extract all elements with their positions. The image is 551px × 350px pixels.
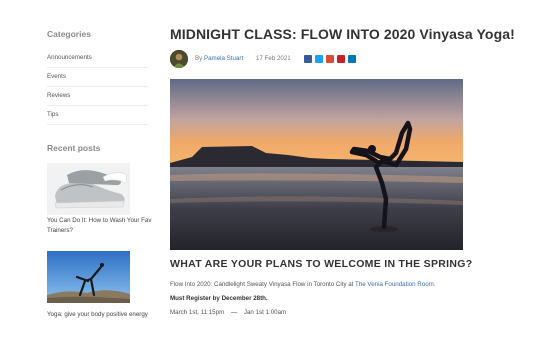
event-end: Jan 1st 1:00am [243, 309, 287, 316]
post-author-line: By Pamela Stuart [195, 55, 243, 62]
recent-posts-title: Recent posts [47, 143, 101, 153]
recent-post-thumbnail-trainers[interactable] [47, 163, 130, 215]
author-avatar[interactable] [170, 50, 188, 68]
category-item-events[interactable]: Events [47, 68, 148, 87]
google-plus-icon[interactable] [326, 55, 334, 63]
event-start: March 1st, 11:15pm [170, 309, 225, 316]
categories-title: Categories [47, 29, 91, 39]
post-date: 17 Feb 2021 [256, 55, 291, 62]
category-item-announcements[interactable]: Announcements [47, 49, 148, 68]
event-time: March 1st, 11:15pm — Jan 1st 1:00am [170, 309, 286, 316]
recent-post-title-trainers[interactable]: You Can Do It: How to Wash Your Fav Trai… [47, 216, 152, 235]
facebook-icon[interactable] [304, 55, 312, 63]
post-meta: By Pamela Stuart 17 Feb 2021 [170, 50, 470, 68]
register-note: Must Register by December 28th. [170, 295, 268, 302]
category-item-reviews[interactable]: Reviews [47, 87, 148, 106]
time-separator: — [230, 309, 238, 316]
post-title: MIDNIGHT CLASS: FLOW INTO 2020 Vinyasa Y… [170, 26, 515, 42]
author-link[interactable]: Pamela Stuart [204, 55, 243, 62]
recent-post-title-yoga[interactable]: Yoga: give your body positive energy [47, 310, 152, 320]
featured-image [170, 79, 463, 250]
recent-post-thumbnail-yoga[interactable] [47, 251, 130, 303]
venue-link[interactable]: The Venia Foundation Room. [355, 281, 436, 288]
section-heading: WHAT ARE YOUR PLANS TO WELCOME IN THE SP… [170, 258, 473, 270]
share-icons [304, 55, 356, 63]
categories-list: Announcements Events Reviews Tips [47, 49, 148, 125]
twitter-icon[interactable] [315, 55, 323, 63]
post-intro: Flow Into 2020: Candlelight Sweaty Vinya… [170, 281, 436, 288]
category-item-tips[interactable]: Tips [47, 106, 148, 125]
pinterest-icon[interactable] [337, 55, 345, 63]
by-label: By [195, 55, 203, 62]
linkedin-icon[interactable] [348, 55, 356, 63]
intro-text: Flow Into 2020: Candlelight Sweaty Vinya… [170, 281, 354, 288]
